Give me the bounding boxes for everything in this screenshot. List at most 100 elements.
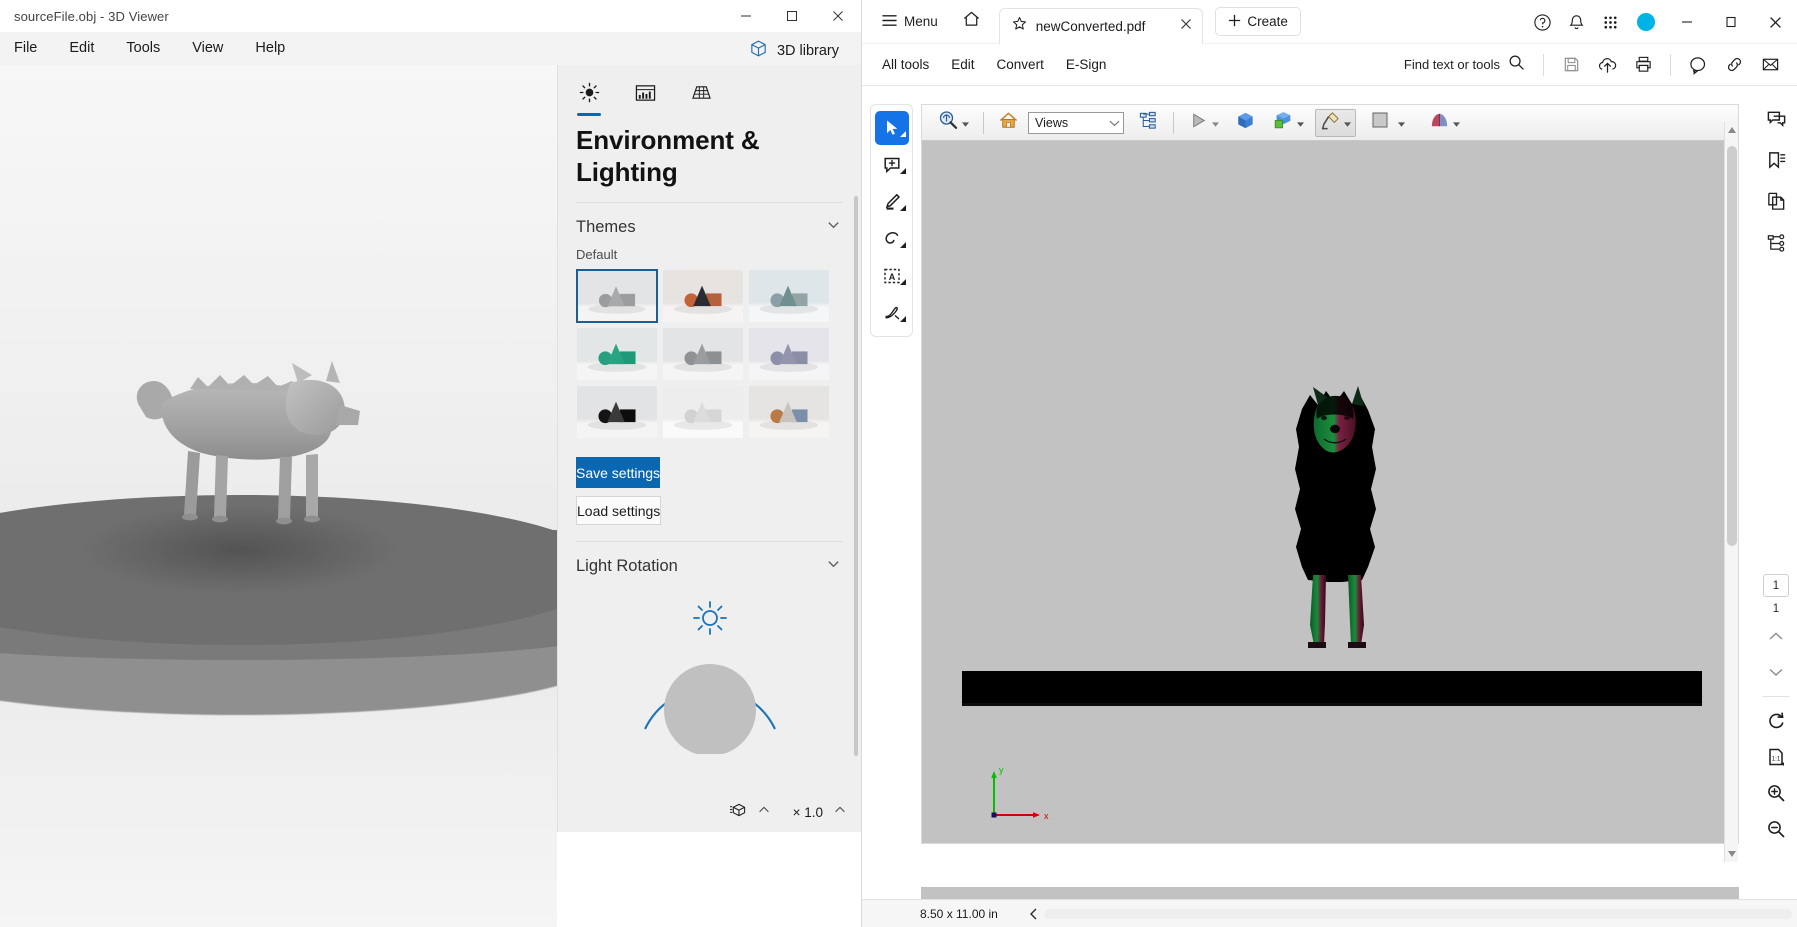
- orthographic-toggle-button[interactable]: [1230, 109, 1261, 137]
- acrobat-menu-button[interactable]: Menu: [876, 9, 944, 35]
- all-tools-link[interactable]: All tools: [872, 51, 939, 78]
- lighting-mode-button[interactable]: [1315, 108, 1356, 137]
- esign-link[interactable]: E-Sign: [1056, 51, 1117, 78]
- viewer-maximize-button[interactable]: [769, 0, 815, 32]
- edit-link[interactable]: Edit: [941, 51, 984, 78]
- zoom-out-button[interactable]: [1760, 814, 1792, 844]
- comments-panel-button[interactable]: [1760, 104, 1792, 134]
- chevron-down-icon[interactable]: [1109, 114, 1120, 132]
- 3d-library-button[interactable]: 3D library: [743, 35, 845, 66]
- themes-section-header[interactable]: Themes: [558, 203, 861, 245]
- tab-grid-settings[interactable]: [686, 80, 716, 110]
- scroll-up-arrow[interactable]: [1725, 122, 1739, 138]
- rotate-view-button[interactable]: [1760, 706, 1792, 736]
- cross-section-button[interactable]: [1424, 109, 1465, 137]
- collapse-panel-button[interactable]: [1026, 905, 1042, 923]
- create-button[interactable]: Create: [1215, 7, 1301, 36]
- light-rotation-dial[interactable]: [625, 594, 795, 755]
- bell-icon[interactable]: [1559, 5, 1593, 39]
- pane-scrollbar[interactable]: [853, 188, 860, 792]
- chevron-down-icon[interactable]: [826, 556, 841, 576]
- 3d-rotate-tool-button[interactable]: [932, 109, 974, 137]
- close-icon[interactable]: [1180, 17, 1192, 35]
- previous-page-button[interactable]: [1760, 621, 1792, 651]
- highlight-tool-button[interactable]: [875, 185, 909, 219]
- avatar[interactable]: [1637, 13, 1655, 31]
- menu-edit[interactable]: Edit: [69, 36, 94, 61]
- background-color-button[interactable]: [1366, 109, 1410, 137]
- acrobat-home-button[interactable]: [958, 6, 985, 37]
- model-tree-panel-button[interactable]: [1760, 227, 1792, 257]
- tab-visual-settings[interactable]: [630, 80, 660, 110]
- print-icon[interactable]: [1626, 48, 1660, 82]
- zoom-in-button[interactable]: [1760, 778, 1792, 808]
- chevron-down-icon[interactable]: [826, 217, 841, 237]
- menu-view[interactable]: View: [192, 36, 223, 61]
- chevron-up-icon[interactable]: [757, 803, 771, 822]
- acrobat-minimize-button[interactable]: [1665, 0, 1709, 44]
- acrobat-close-button[interactable]: [1753, 0, 1797, 44]
- convert-link[interactable]: Convert: [987, 51, 1054, 78]
- sign-tool-button[interactable]: [875, 296, 909, 330]
- horizontal-scroll-track[interactable]: [1043, 908, 1792, 919]
- theme-lavender[interactable]: [748, 327, 830, 381]
- theme-dark[interactable]: [576, 385, 658, 439]
- light-rotation-header[interactable]: Light Rotation: [558, 542, 861, 584]
- select-tool-button[interactable]: [874, 111, 909, 145]
- chevron-down-icon[interactable]: [1212, 114, 1219, 132]
- chevron-down-icon[interactable]: [1297, 114, 1304, 132]
- help-icon[interactable]: [1525, 5, 1559, 39]
- save-icon[interactable]: [1554, 48, 1588, 82]
- comment-tool-button[interactable]: [875, 148, 909, 182]
- theme-sky[interactable]: [748, 269, 830, 323]
- theme-neutral[interactable]: [662, 327, 744, 381]
- theme-sunset[interactable]: [662, 269, 744, 323]
- theme-default-gray[interactable]: [576, 269, 658, 324]
- theme-teal[interactable]: [576, 327, 658, 381]
- viewer-minimize-button[interactable]: [723, 0, 769, 32]
- bookmarks-panel-button[interactable]: [1760, 145, 1792, 175]
- theme-colorful[interactable]: [748, 385, 830, 439]
- model-info-icon[interactable]: [729, 802, 747, 823]
- add-comment-icon[interactable]: [1681, 48, 1715, 82]
- upload-cloud-icon[interactable]: [1590, 48, 1624, 82]
- chevron-down-icon[interactable]: [1453, 114, 1460, 132]
- actual-size-button[interactable]: 1:1: [1760, 742, 1792, 772]
- star-icon[interactable]: [1012, 16, 1027, 36]
- chevron-up-icon[interactable]: [833, 803, 847, 822]
- default-view-button[interactable]: [993, 109, 1024, 137]
- menu-tools[interactable]: Tools: [126, 36, 160, 61]
- apps-grid-icon[interactable]: [1593, 5, 1627, 39]
- next-page-button[interactable]: [1760, 657, 1792, 687]
- 3d-viewport[interactable]: [0, 65, 557, 927]
- menu-help[interactable]: Help: [255, 36, 285, 61]
- load-settings-button[interactable]: Load settings: [576, 496, 662, 526]
- scroll-down-arrow[interactable]: [1725, 846, 1739, 862]
- current-page-input[interactable]: 1: [1763, 574, 1789, 597]
- page-thumbnails-panel-button[interactable]: [1760, 186, 1792, 216]
- draw-tool-button[interactable]: [875, 222, 909, 256]
- chevron-down-icon[interactable]: [962, 114, 969, 132]
- pdf-3d-canvas[interactable]: y x: [922, 141, 1738, 843]
- find-text-or-tools[interactable]: Find text or tools: [1396, 49, 1533, 81]
- email-icon[interactable]: [1753, 48, 1787, 82]
- save-settings-button[interactable]: Save settings: [576, 457, 661, 489]
- theme-white[interactable]: [662, 385, 744, 439]
- pane-scroll-thumb[interactable]: [854, 196, 858, 757]
- play-animation-button[interactable]: [1183, 109, 1224, 137]
- light-rotation-dial-area[interactable]: [558, 590, 861, 755]
- chevron-down-icon[interactable]: [1344, 114, 1351, 132]
- model-tree-toggle-button[interactable]: [1133, 109, 1164, 137]
- tab-environment-lighting[interactable]: [574, 80, 604, 116]
- text-select-tool-button[interactable]: A: [875, 259, 909, 293]
- document-tab[interactable]: newConverted.pdf: [998, 7, 1204, 44]
- link-icon[interactable]: [1717, 48, 1751, 82]
- acrobat-restore-button[interactable]: [1709, 0, 1753, 44]
- zoom-group[interactable]: × 1.0: [793, 803, 847, 822]
- menu-file[interactable]: File: [14, 36, 37, 61]
- model-render-mode-button[interactable]: [1267, 109, 1309, 137]
- pdf-vertical-scrollbar[interactable]: [1724, 122, 1738, 862]
- views-dropdown[interactable]: Views: [1028, 111, 1124, 134]
- chevron-down-icon[interactable]: [1398, 114, 1405, 132]
- model-info-group[interactable]: [729, 802, 771, 823]
